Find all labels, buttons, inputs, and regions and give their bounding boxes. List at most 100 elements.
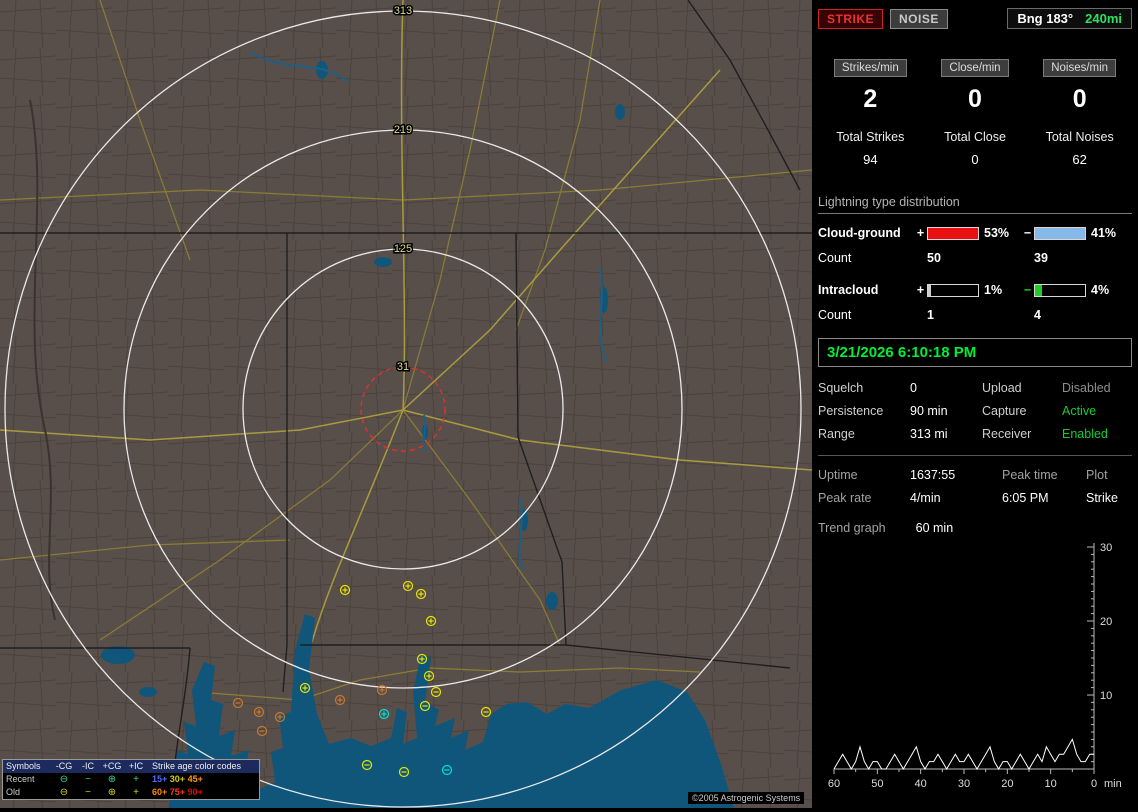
- ic-plus-bar: [927, 283, 979, 297]
- app-window: 313 219 125 31 Symbols -CG -IC +CG +IC S…: [0, 0, 1138, 812]
- bearing-value: Bng 183°: [1017, 11, 1074, 26]
- total-noises-label: Total Noises: [1045, 130, 1114, 144]
- noises-per-min-value: 0: [1072, 85, 1087, 113]
- svg-text:0: 0: [1091, 778, 1097, 790]
- cg-plus-bar: [927, 226, 979, 240]
- neg-ic-icon: −: [85, 774, 91, 785]
- range-label: Range: [818, 427, 855, 441]
- bearing-range: 240mi: [1085, 11, 1122, 26]
- svg-text:40: 40: [915, 778, 927, 790]
- status-panel: Uptime 1637:55 Peak time Plot Peak rate …: [818, 468, 1132, 505]
- ic-count-row: Count 1 4: [818, 308, 1132, 322]
- age-30: 30+: [169, 774, 186, 784]
- noises-per-min-chip[interactable]: Noises/min: [1043, 59, 1117, 77]
- strike-legend: Symbols -CG -IC +CG +IC Strike age color…: [2, 759, 260, 800]
- age-60: 60+: [152, 787, 168, 797]
- legend-symbols-label: Symbols: [6, 761, 41, 771]
- age-codes-recent: 15+ 30+ 45+: [148, 773, 259, 786]
- age-codes-old: 60+ 75+ 90+: [148, 786, 259, 799]
- legend-col-neg-cg: -CG: [55, 761, 73, 771]
- count-label: Count: [818, 251, 852, 265]
- cloud-ground-row: Cloud-ground + 53% − 41%: [818, 226, 1132, 240]
- pos-cg-icon: ⊕: [107, 774, 117, 785]
- ic-minus-bar: [1034, 283, 1086, 297]
- legend-col-pos-cg: +CG: [102, 761, 122, 771]
- datetime-display: 3/21/2026 6:10:18 PM: [818, 338, 1132, 367]
- capture-label: Capture: [982, 404, 1027, 418]
- total-close-label: Total Close: [944, 130, 1006, 144]
- strikes-per-min-value: 2: [863, 85, 878, 113]
- cg-minus-count: 39: [1034, 251, 1048, 265]
- trend-header: Trend graph 60 min: [818, 521, 1132, 535]
- svg-text:60: 60: [828, 778, 840, 790]
- svg-text:10: 10: [1100, 690, 1112, 702]
- ic-minus-percent: 4%: [1091, 283, 1110, 297]
- range-value: 313 mi: [910, 427, 948, 441]
- close-per-min-value: 0: [968, 85, 982, 113]
- cg-plus-count: 50: [927, 251, 941, 265]
- legend-old-label: Old: [6, 787, 21, 797]
- upload-status: Disabled: [1062, 381, 1111, 395]
- pos-ic-icon: +: [133, 774, 139, 785]
- upload-label: Upload: [982, 381, 1022, 395]
- svg-text:30: 30: [958, 778, 970, 790]
- copyright-text: ©2005 Astrogenic Systems: [688, 792, 805, 804]
- pos-cg-icon: ⊕: [107, 787, 117, 798]
- persistence-label: Persistence: [818, 404, 884, 418]
- age-75: 75+: [169, 787, 186, 797]
- total-noises-value: 62: [1072, 152, 1087, 167]
- strikes-per-min-chip[interactable]: Strikes/min: [833, 59, 907, 77]
- legend-col-pos-ic: +IC: [128, 761, 144, 771]
- legend-header: Symbols -CG -IC +CG +IC Strike age color…: [3, 760, 259, 773]
- sidebar-topbar: STRIKE NOISE Bng 183° 240mi: [818, 8, 1132, 29]
- rate-panel: Strikes/min Close/min Noises/min 2 0 0 T…: [818, 59, 1132, 167]
- trend-graph: 30 20 10 60 50 40 30 20 10 0 min: [828, 542, 1122, 790]
- total-strikes-value: 94: [863, 152, 878, 167]
- cg-minus-bar: [1034, 226, 1086, 240]
- ic-plus-percent: 1%: [984, 283, 1003, 297]
- strike-mode-button[interactable]: STRIKE: [818, 8, 884, 29]
- pos-ic-icon: +: [133, 787, 139, 798]
- svg-text:10: 10: [1045, 778, 1057, 790]
- ring-label-313: 313: [394, 5, 412, 17]
- minus-sign: −: [1023, 283, 1032, 297]
- svg-text:20: 20: [1100, 616, 1112, 628]
- total-close-value: 0: [971, 152, 979, 167]
- svg-text:30: 30: [1100, 542, 1112, 554]
- cg-count-row: Count 50 39: [818, 251, 1132, 265]
- peak-rate-label: Peak rate: [818, 491, 872, 505]
- neg-cg-icon: ⊖: [59, 774, 69, 785]
- legend-age-header: Strike age color codes: [152, 761, 242, 771]
- distribution-heading: Lightning type distribution: [818, 195, 1132, 214]
- legend-row-old: Old ⊖ − ⊕ + 60+ 75+ 90+: [3, 786, 259, 799]
- uptime-label: Uptime: [818, 468, 858, 482]
- peak-time-value: 6:05 PM: [1002, 491, 1049, 505]
- lightning-distribution-panel: Lightning type distribution Cloud-ground…: [818, 195, 1132, 322]
- svg-text:min: min: [1104, 778, 1122, 790]
- trend-graph-label: Trend graph: [818, 521, 886, 535]
- total-strikes-label: Total Strikes: [836, 130, 905, 144]
- cg-plus-percent: 53%: [984, 226, 1010, 240]
- receiver-label: Receiver: [982, 427, 1032, 441]
- neg-ic-icon: −: [85, 787, 91, 798]
- age-45: 45+: [187, 774, 203, 784]
- ring-label-31: 31: [397, 361, 409, 373]
- intracloud-label: Intracloud: [818, 283, 879, 297]
- age-90: 90+: [187, 787, 203, 797]
- squelch-label: Squelch: [818, 381, 864, 395]
- map[interactable]: 313 219 125 31: [0, 0, 812, 808]
- ring-label-125: 125: [394, 243, 412, 255]
- trend-window-value: 60 min: [915, 521, 954, 535]
- svg-text:20: 20: [1001, 778, 1013, 790]
- plus-sign: +: [916, 226, 925, 240]
- cg-minus-percent: 41%: [1091, 226, 1117, 240]
- receiver-status: Enabled: [1062, 427, 1108, 441]
- legend-row-recent: Recent ⊖ − ⊕ + 15+ 30+ 45+: [3, 773, 259, 786]
- plus-sign: +: [916, 283, 925, 297]
- svg-text:50: 50: [871, 778, 883, 790]
- bearing-readout: Bng 183° 240mi: [1007, 8, 1132, 29]
- persistence-value: 90 min: [910, 404, 948, 418]
- close-per-min-chip[interactable]: Close/min: [941, 59, 1009, 77]
- peak-rate-value: 4/min: [910, 491, 941, 505]
- noise-mode-button[interactable]: NOISE: [890, 8, 948, 29]
